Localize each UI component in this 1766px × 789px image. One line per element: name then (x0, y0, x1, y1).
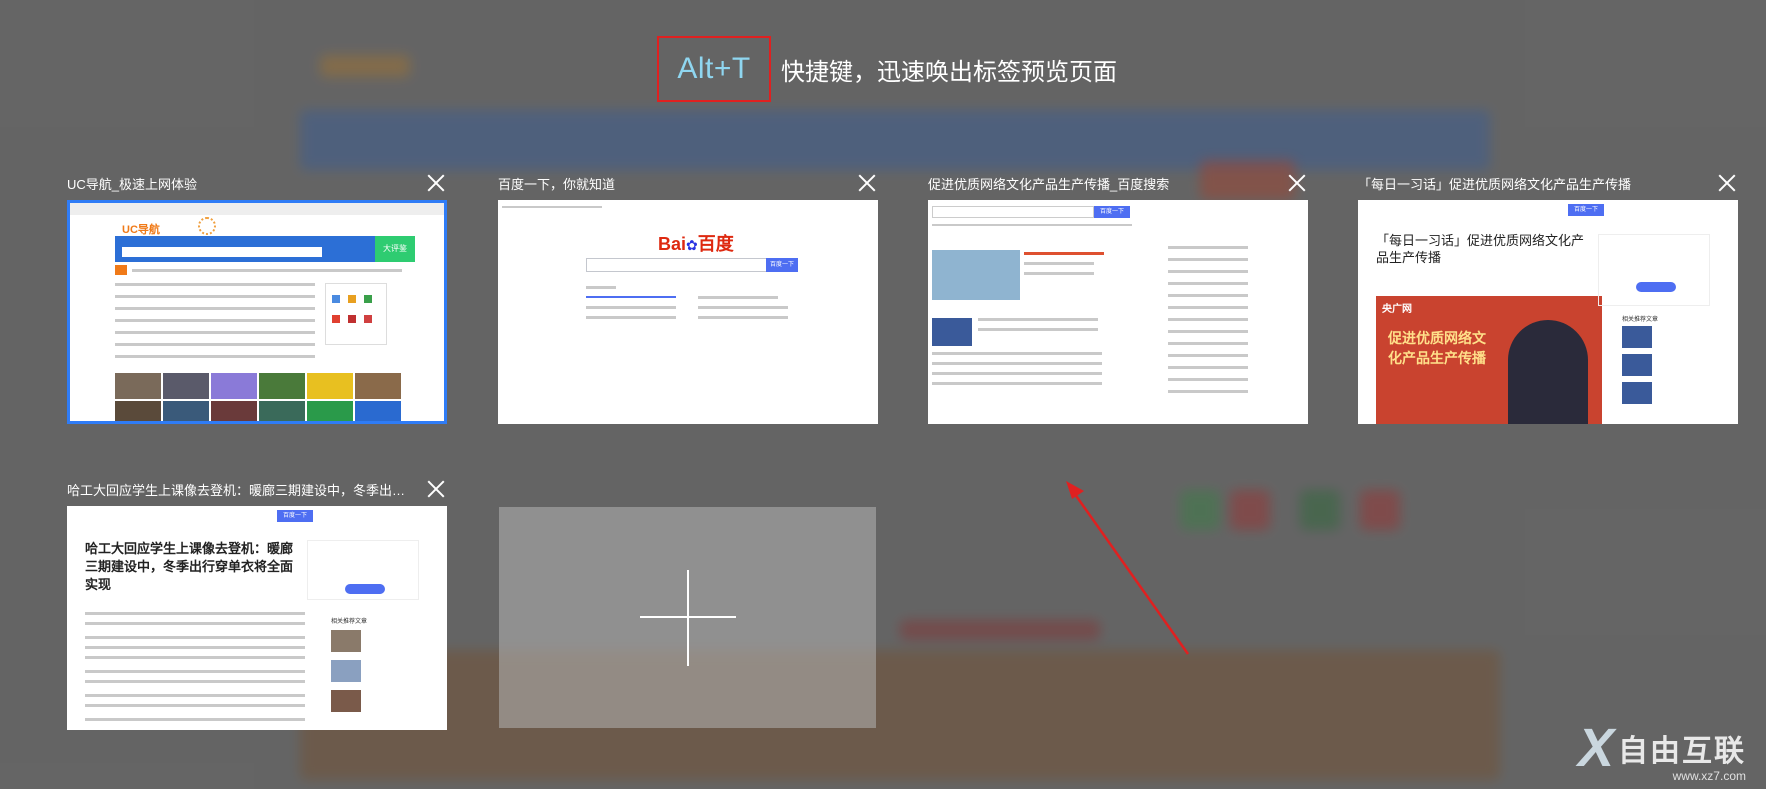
watermark-url: www.xz7.com (1672, 769, 1746, 783)
annotation-arrow (1066, 481, 1190, 655)
watermark: X 自由互联 www.xz7.com (1577, 717, 1746, 783)
watermark-brand: 自由互联 (1618, 735, 1746, 768)
watermark-logo-icon: X (1577, 718, 1614, 778)
